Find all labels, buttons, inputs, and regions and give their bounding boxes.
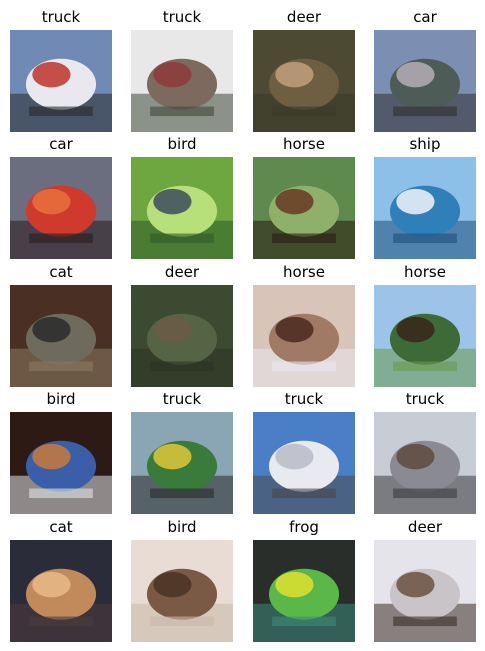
image-caption: deer — [286, 8, 322, 26]
image-thumbnail — [10, 540, 112, 642]
image-caption: car — [49, 135, 73, 153]
image-picture — [131, 540, 233, 642]
image-picture — [10, 285, 112, 387]
image-picture — [10, 30, 112, 132]
image-caption: bird — [167, 518, 197, 536]
image-picture — [131, 285, 233, 387]
image-caption: cat — [49, 263, 73, 281]
image-caption: truck — [405, 390, 445, 408]
image-picture — [131, 30, 233, 132]
image-caption: deer — [407, 518, 443, 536]
image-thumbnail — [131, 412, 233, 514]
image-caption: cat — [49, 518, 73, 536]
image-picture — [253, 540, 355, 642]
image-thumbnail — [374, 157, 476, 259]
image-thumbnail — [253, 412, 355, 514]
image-grid: truck truck deer car car bird horse ship cat deer… — [0, 0, 485, 651]
image-picture — [374, 30, 476, 132]
image-thumbnail — [253, 285, 355, 387]
image-caption: horse — [283, 263, 325, 281]
image-thumbnail — [10, 157, 112, 259]
image-caption: bird — [167, 135, 197, 153]
image-picture — [253, 157, 355, 259]
image-thumbnail — [131, 540, 233, 642]
image-caption: deer — [164, 263, 200, 281]
image-picture — [131, 157, 233, 259]
image-thumbnail — [374, 30, 476, 132]
image-caption: horse — [404, 263, 446, 281]
image-picture — [10, 540, 112, 642]
image-caption: ship — [409, 135, 441, 153]
image-picture — [253, 30, 355, 132]
image-picture — [253, 412, 355, 514]
image-picture — [10, 157, 112, 259]
image-caption: truck — [284, 390, 324, 408]
image-caption: frog — [289, 518, 319, 536]
image-thumbnail — [10, 412, 112, 514]
image-thumbnail — [10, 30, 112, 132]
image-picture — [374, 157, 476, 259]
image-caption: truck — [41, 8, 81, 26]
image-caption: truck — [162, 390, 202, 408]
image-thumbnail — [374, 412, 476, 514]
image-thumbnail — [253, 157, 355, 259]
image-thumbnail — [374, 285, 476, 387]
image-caption: car — [413, 8, 437, 26]
image-thumbnail — [131, 157, 233, 259]
image-picture — [374, 540, 476, 642]
image-picture — [253, 285, 355, 387]
image-thumbnail — [131, 30, 233, 132]
image-thumbnail — [253, 30, 355, 132]
image-thumbnail — [374, 540, 476, 642]
image-thumbnail — [253, 540, 355, 642]
image-picture — [374, 412, 476, 514]
image-thumbnail — [131, 285, 233, 387]
image-caption: truck — [162, 8, 202, 26]
image-picture — [131, 412, 233, 514]
image-caption: horse — [283, 135, 325, 153]
image-picture — [374, 285, 476, 387]
image-thumbnail — [10, 285, 112, 387]
image-picture — [10, 412, 112, 514]
image-caption: bird — [46, 390, 76, 408]
